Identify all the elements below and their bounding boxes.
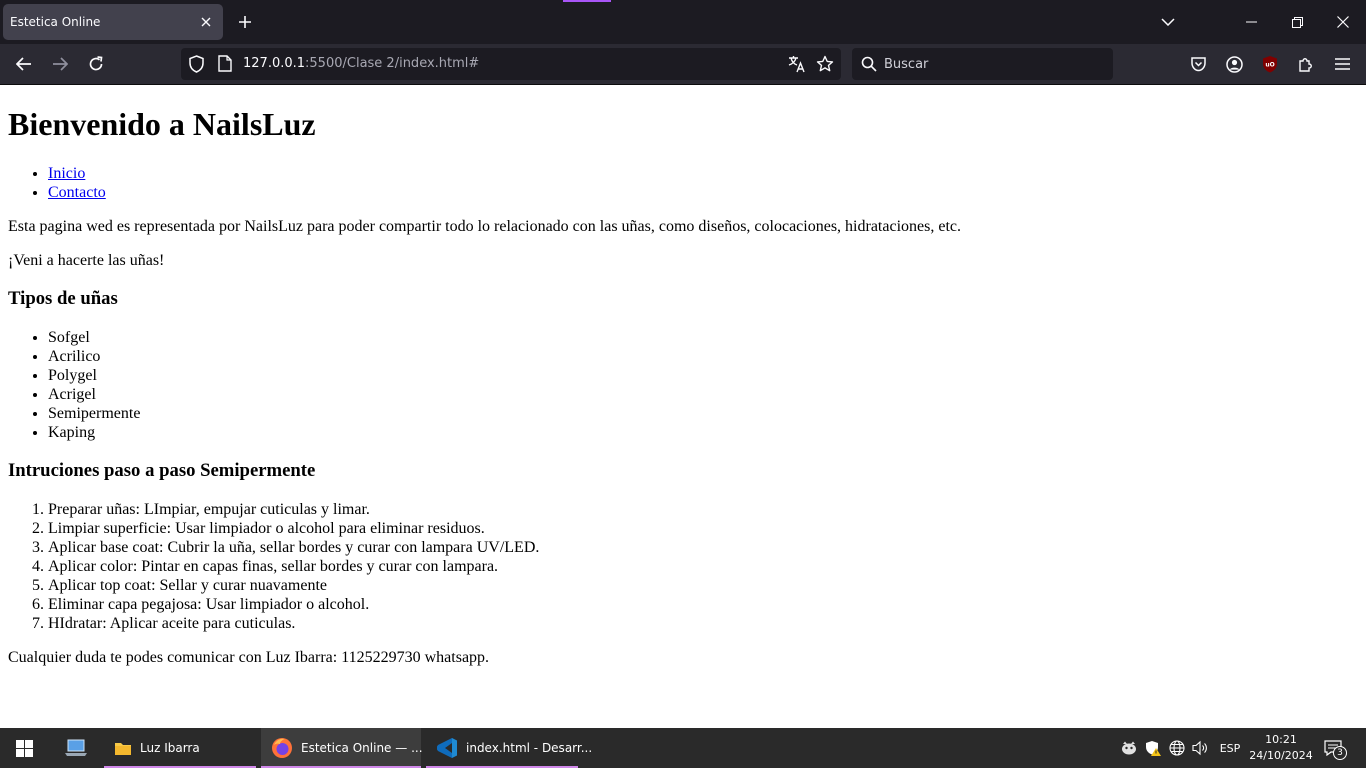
search-input[interactable] (882, 48, 1102, 80)
taskbar: Luz Ibarra Estetica Online — ... index.h… (0, 728, 1366, 768)
taskbar-app-label: Estetica Online — ... (301, 741, 423, 755)
tab-title: Estetica Online (10, 15, 101, 29)
notification-center[interactable]: 3 (1320, 728, 1350, 768)
address-bar[interactable]: 127.0.0.1:5500/Clase 2/index.html# (181, 48, 841, 80)
nav-link-contacto[interactable]: Contacto (48, 184, 106, 201)
list-item: Acrigel (48, 385, 1358, 404)
star-icon[interactable] (816, 55, 834, 73)
types-heading: Tipos de uñas (8, 288, 118, 309)
windows-start-icon[interactable] (0, 728, 48, 768)
back-arrow-icon[interactable] (9, 49, 39, 79)
step-item: Aplicar top coat: Sellar y curar nuavame… (48, 576, 1358, 595)
taskbar-app-file-explorer[interactable]: Luz Ibarra (104, 728, 256, 768)
contact-paragraph: Cualquier duda te podes comunicar con Lu… (8, 649, 490, 666)
nail-types-list: Sofgel Acrilico Polygel Acrigel Semiperm… (8, 328, 1358, 442)
steps-heading: Intruciones paso a paso Semipermente (8, 460, 316, 481)
close-icon[interactable] (192, 8, 220, 36)
account-icon[interactable] (1219, 49, 1249, 79)
list-item: Sofgel (48, 328, 1358, 347)
notification-icon: 3 (1324, 738, 1347, 760)
tab-strip-accent (563, 0, 611, 2)
restore-icon[interactable] (1274, 0, 1320, 44)
menu-icon[interactable] (1327, 49, 1357, 79)
step-item: Aplicar color: Pintar en capas finas, se… (48, 557, 1358, 576)
plus-icon[interactable] (231, 8, 259, 36)
shield-icon[interactable] (188, 55, 205, 73)
list-item: Semipermente (48, 404, 1358, 423)
url-text[interactable]: 127.0.0.1:5500/Clase 2/index.html# (243, 56, 479, 71)
notification-count-badge: 3 (1333, 746, 1347, 760)
laptop-icon[interactable] (56, 728, 96, 768)
web-page: Bienvenido a NailsLuz Inicio Contacto Es… (0, 85, 1366, 728)
clock-date: 24/10/2024 (1249, 749, 1313, 762)
ublock-origin-icon[interactable]: uO (1255, 49, 1285, 79)
step-item: Eliminar capa pegajosa: Usar limpiador o… (48, 595, 1358, 614)
taskbar-app-label: index.html - Desarr... (466, 741, 593, 755)
pocket-icon[interactable] (1183, 49, 1213, 79)
nav-list: Inicio Contacto (8, 164, 1358, 202)
nav-item: Contacto (48, 183, 1358, 202)
taskbar-app-label: Luz Ibarra (140, 741, 200, 755)
network-globe-icon[interactable] (1166, 728, 1188, 768)
nav-link-inicio[interactable]: Inicio (48, 165, 85, 182)
firefox-icon (271, 737, 293, 759)
forward-arrow-icon[interactable] (45, 49, 75, 79)
vscode-icon (436, 737, 458, 759)
reload-icon[interactable] (81, 49, 111, 79)
language-indicator[interactable]: ESP (1216, 728, 1244, 768)
system-clock[interactable]: 10:21 24/10/2024 (1247, 732, 1315, 764)
step-item: Limpiar superficie: Usar limpiador o alc… (48, 519, 1358, 538)
page-icon[interactable] (218, 55, 232, 72)
list-item: Kaping (48, 423, 1358, 442)
page-title: Bienvenido a NailsLuz (8, 106, 316, 142)
url-path: :5500/Clase 2/index.html# (305, 56, 480, 71)
browser-tab-strip: Estetica Online (0, 0, 1366, 44)
taskbar-app-firefox[interactable]: Estetica Online — ... (261, 728, 423, 768)
browser-toolbar: 127.0.0.1:5500/Clase 2/index.html# uO (0, 44, 1366, 85)
step-item: Preparar uñas: LImpiar, empujar cuticula… (48, 500, 1358, 519)
security-warning-icon[interactable] (1142, 728, 1164, 768)
step-item: HIdratar: Aplicar aceite para cuticulas. (48, 614, 1358, 633)
browser-tab[interactable]: Estetica Online (3, 4, 223, 40)
tagline: ¡Veni a hacerte las uñas! (8, 252, 165, 269)
url-host: 127.0.0.1 (243, 56, 306, 71)
tray-app-icon[interactable] (1118, 728, 1140, 768)
window-close-icon[interactable] (1320, 0, 1366, 44)
translate-icon[interactable] (788, 55, 806, 73)
minimize-icon[interactable] (1228, 0, 1274, 44)
svg-text:uO: uO (1265, 62, 1274, 69)
taskbar-app-vscode[interactable]: index.html - Desarr... (426, 728, 592, 768)
list-item: Polygel (48, 366, 1358, 385)
search-bar[interactable] (852, 48, 1113, 80)
clock-time: 10:21 (1265, 733, 1297, 746)
volume-icon[interactable] (1190, 728, 1212, 768)
intro-paragraph: Esta pagina wed es representada por Nail… (8, 218, 961, 235)
list-item: Acrilico (48, 347, 1358, 366)
search-icon (861, 56, 877, 72)
steps-list: Preparar uñas: LImpiar, empujar cuticula… (8, 500, 1358, 633)
extensions-icon[interactable] (1291, 49, 1321, 79)
nav-item: Inicio (48, 164, 1358, 183)
list-tabs-chevron-icon[interactable] (1145, 0, 1191, 44)
folder-icon (114, 739, 132, 757)
step-item: Aplicar base coat: Cubrir la uña, sellar… (48, 538, 1358, 557)
